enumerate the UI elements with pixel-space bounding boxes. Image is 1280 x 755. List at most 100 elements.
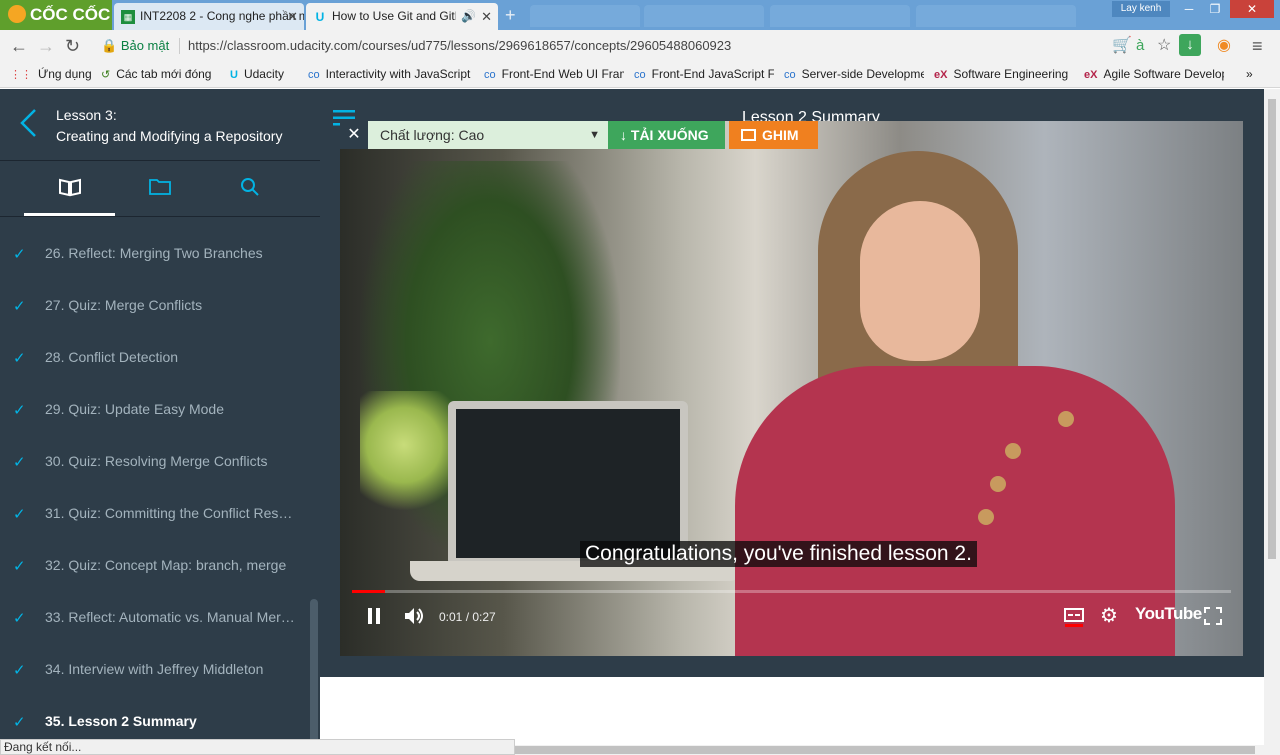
address-bar[interactable]: https://classroom.udacity.com/courses/ud…	[188, 38, 731, 53]
browser-toolbar: ← → ↻ 🔒 Bảo mật https://classroom.udacit…	[0, 30, 1280, 62]
reload-icon[interactable]: ↻	[65, 36, 80, 56]
settings-gear-icon[interactable]: ⚙	[1100, 603, 1118, 628]
bookmark-item[interactable]: ↺ Các tab mới đóng	[101, 67, 221, 81]
video-frame-detail	[1058, 411, 1074, 427]
tab-search[interactable]	[206, 161, 297, 216]
bookmark-label: Front-End JavaScript Frameworks	[651, 67, 774, 81]
volume-icon[interactable]	[404, 607, 426, 625]
sidebar-scrollbar[interactable]	[310, 599, 318, 755]
tab-resources[interactable]	[115, 161, 206, 216]
download-button[interactable]: ↓ TẢI XUỐNG	[608, 121, 725, 149]
video-caption: Congratulations, you've finished lesson …	[580, 541, 977, 567]
forward-icon[interactable]: →	[37, 36, 55, 56]
concept-label: 30. Quiz: Resolving Merge Conflicts	[45, 453, 268, 469]
new-tab-icon[interactable]: +	[505, 5, 516, 26]
brand-label: CỐC CỐC	[30, 5, 111, 24]
check-icon: ✓	[13, 610, 26, 627]
tab-udacity[interactable]: U How to Use Git and GitHub 🔊 ✕	[306, 3, 498, 30]
concept-item[interactable]: ✓ 26. Reflect: Merging Two Branches	[0, 228, 310, 280]
bookmark-item[interactable]: eX Software Engineering	[934, 67, 1074, 81]
lesson-number: Lesson 3:	[56, 107, 117, 123]
browser-tab-bar: CỐC CỐC ▦ INT2208 2 - Cong nghe phần mềm…	[0, 0, 1280, 30]
close-overlay-icon[interactable]: ✕	[340, 121, 368, 149]
search-icon	[241, 178, 259, 196]
video-progress-track[interactable]	[352, 590, 1231, 593]
bookmark-item[interactable]: eX Agile Software Development	[1084, 67, 1224, 81]
pin-window-icon	[741, 129, 756, 141]
edx-icon: eX	[1084, 69, 1098, 81]
menu-icon[interactable]: ≡	[1252, 36, 1263, 56]
translate-icon[interactable]: à	[1136, 36, 1144, 56]
bookmark-label: Ứng dụng	[38, 67, 92, 81]
page-scrollbar-thumb[interactable]	[1268, 99, 1276, 559]
bookmark-star-icon[interactable]: ☆	[1157, 36, 1171, 56]
subtitles-icon[interactable]	[1064, 607, 1084, 627]
bookmark-item[interactable]: co Server-side Development	[784, 67, 924, 81]
tab-concepts[interactable]	[24, 161, 115, 216]
bookmarks-overflow-button[interactable]: »	[1246, 67, 1266, 81]
bookmark-item[interactable]: co Front-End JavaScript Frameworks	[634, 67, 774, 81]
video-area: Lesson 2 Summary Congratulations, you've…	[320, 89, 1264, 677]
concept-item[interactable]: ✓ 31. Quiz: Committing the Conflict Resol…	[0, 488, 310, 540]
bookmarks-bar: ⋮⋮ Ứng dụng ↺ Các tab mới đóng U Udacity co…	[0, 62, 1280, 88]
minimize-icon[interactable]: ─	[1176, 0, 1202, 18]
concept-label: 28. Conflict Detection	[45, 349, 179, 365]
concept-item[interactable]: ✓ 32. Quiz: Concept Map: branch, merge	[0, 540, 310, 592]
coursera-icon: co	[784, 69, 796, 81]
back-icon[interactable]: ←	[10, 36, 28, 56]
background-tab	[770, 5, 910, 27]
concept-item[interactable]: ✓ 33. Reflect: Automatic vs. Manual Mergi…	[0, 592, 310, 644]
secure-label: Bảo mật	[120, 38, 170, 53]
folder-icon	[149, 179, 171, 195]
concept-label: 29. Quiz: Update Easy Mode	[45, 401, 224, 417]
video-frame-detail	[1005, 443, 1021, 459]
bookmark-item[interactable]: co Interactivity with JavaScript	[308, 67, 473, 81]
concept-label: 34. Interview with Jeffrey Middleton	[45, 661, 264, 677]
horizontal-scrollbar[interactable]	[515, 745, 1265, 755]
concept-item[interactable]: ✓ 34. Interview with Jeffrey Middleton	[0, 644, 310, 696]
close-window-icon[interactable]: ✕	[1230, 0, 1274, 18]
bookmark-label: Interactivity with JavaScript	[325, 67, 471, 81]
quality-select[interactable]: Chất lượng: Cao ▼	[368, 121, 608, 149]
bookmark-item[interactable]: co Front-End Web UI Frameworks	[484, 67, 624, 81]
concept-item[interactable]: ✓ 28. Conflict Detection	[0, 332, 310, 384]
video-time: 0:01 / 0:27	[439, 610, 496, 624]
video-frame-presenter-face	[860, 201, 980, 361]
pause-icon[interactable]	[367, 608, 381, 624]
history-icon: ↺	[101, 69, 111, 81]
chevron-left-icon[interactable]	[18, 108, 40, 138]
edx-icon: eX	[934, 69, 948, 81]
check-icon: ✓	[13, 350, 26, 367]
concept-label: 31. Quiz: Committing the Conflict Resolu…	[45, 505, 295, 521]
tab-close-icon[interactable]: ✕	[481, 3, 492, 30]
download-manager-icon[interactable]: ↓	[1179, 34, 1201, 56]
browser-brand[interactable]: CỐC CỐC	[0, 0, 112, 30]
profile-button[interactable]: Lay kenh	[1112, 1, 1170, 17]
audio-icon[interactable]: 🔊	[461, 3, 476, 30]
concept-item[interactable]: ✓ 27. Quiz: Merge Conflicts	[0, 280, 310, 332]
cart-icon[interactable]: 🛒	[1112, 36, 1132, 56]
secure-indicator[interactable]: 🔒 Bảo mật	[101, 38, 169, 54]
bookmark-label: Các tab mới đóng	[116, 67, 212, 81]
extension-icon[interactable]: ◉	[1217, 36, 1231, 56]
concept-item[interactable]: ✓ 29. Quiz: Update Easy Mode	[0, 384, 310, 436]
page-scrollbar[interactable]	[1264, 89, 1280, 755]
tab-sheet[interactable]: ▦ INT2208 2 - Cong nghe phần mềm ✕	[114, 3, 304, 30]
concept-item[interactable]: ✓ 30. Quiz: Resolving Merge Conflicts	[0, 436, 310, 488]
bookmark-item[interactable]: U Udacity	[230, 67, 302, 81]
concept-label: 27. Quiz: Merge Conflicts	[45, 297, 203, 313]
fullscreen-icon[interactable]	[1204, 607, 1222, 625]
coursera-icon: co	[634, 69, 646, 81]
apps-icon: ⋮⋮	[10, 69, 32, 81]
bookmark-label: Software Engineering	[953, 67, 1069, 81]
main-content: Lesson 2 Summary Congratulations, you've…	[320, 89, 1264, 755]
video-frame-detail	[978, 509, 994, 525]
horizontal-scrollbar-thumb[interactable]	[515, 746, 1255, 754]
maximize-icon[interactable]: ❐	[1202, 0, 1228, 18]
coursera-icon: co	[308, 69, 320, 81]
tab-close-icon[interactable]: ✕	[287, 3, 298, 30]
video-player[interactable]: Congratulations, you've finished lesson …	[340, 121, 1243, 656]
pin-button[interactable]: GHIM	[729, 121, 818, 149]
youtube-logo[interactable]: YouTube	[1135, 604, 1202, 624]
pin-label: GHIM	[762, 127, 799, 143]
